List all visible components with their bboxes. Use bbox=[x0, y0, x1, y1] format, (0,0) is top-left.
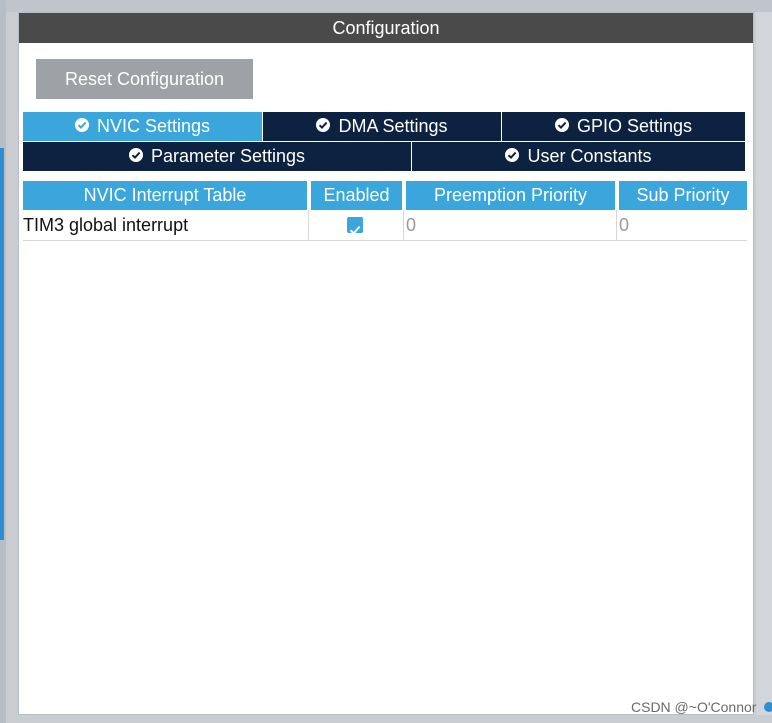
column-header-preemption[interactable]: Preemption Priority bbox=[406, 181, 615, 210]
panel-title: Configuration bbox=[19, 13, 753, 43]
tab-label: NVIC Settings bbox=[96, 116, 211, 136]
check-circle-icon bbox=[74, 118, 89, 133]
left-accent bbox=[0, 148, 4, 540]
check-circle-icon bbox=[505, 148, 520, 163]
tab-user-constants[interactable]: User Constants bbox=[412, 142, 745, 171]
checkbox-checked-icon bbox=[349, 225, 361, 235]
tab-dma-settings[interactable]: DMA Settings bbox=[263, 112, 502, 141]
tab-label: GPIO Settings bbox=[576, 116, 693, 136]
check-circle-icon bbox=[554, 118, 569, 133]
tab-label: Parameter Settings bbox=[150, 146, 306, 166]
enabled-cell bbox=[309, 210, 404, 240]
check-circle-icon bbox=[316, 118, 331, 133]
watermark-dot bbox=[764, 702, 772, 712]
column-header-interrupt[interactable]: NVIC Interrupt Table bbox=[23, 181, 307, 210]
right-scrollbar[interactable] bbox=[756, 12, 772, 715]
preemption-priority-value[interactable]: 0 bbox=[404, 210, 617, 240]
check-circle-icon bbox=[128, 148, 143, 163]
table-row[interactable]: TIM3 global interrupt 0 0 bbox=[23, 210, 747, 241]
top-strip bbox=[0, 0, 772, 12]
enabled-checkbox[interactable] bbox=[347, 217, 363, 235]
tab-nvic-settings[interactable]: NVIC Settings bbox=[23, 112, 263, 141]
reset-configuration-button[interactable]: Reset Configuration bbox=[36, 59, 253, 99]
sub-priority-value[interactable]: 0 bbox=[617, 210, 747, 240]
nvic-table-header: NVIC Interrupt Table Enabled Preemption … bbox=[23, 181, 747, 210]
watermark: CSDN @~O'Connor bbox=[631, 699, 757, 715]
configuration-panel: Configuration Reset Configuration NVIC S… bbox=[18, 12, 754, 715]
interrupt-name: TIM3 global interrupt bbox=[23, 210, 309, 240]
tab-label: User Constants bbox=[527, 146, 652, 166]
column-header-enabled[interactable]: Enabled bbox=[311, 181, 402, 210]
left-edge-bar bbox=[0, 0, 6, 723]
tab-label: DMA Settings bbox=[338, 116, 448, 136]
column-header-sub-priority[interactable]: Sub Priority bbox=[619, 181, 747, 210]
tab-parameter-settings[interactable]: Parameter Settings bbox=[23, 142, 412, 171]
tab-gpio-settings[interactable]: GPIO Settings bbox=[502, 112, 745, 141]
